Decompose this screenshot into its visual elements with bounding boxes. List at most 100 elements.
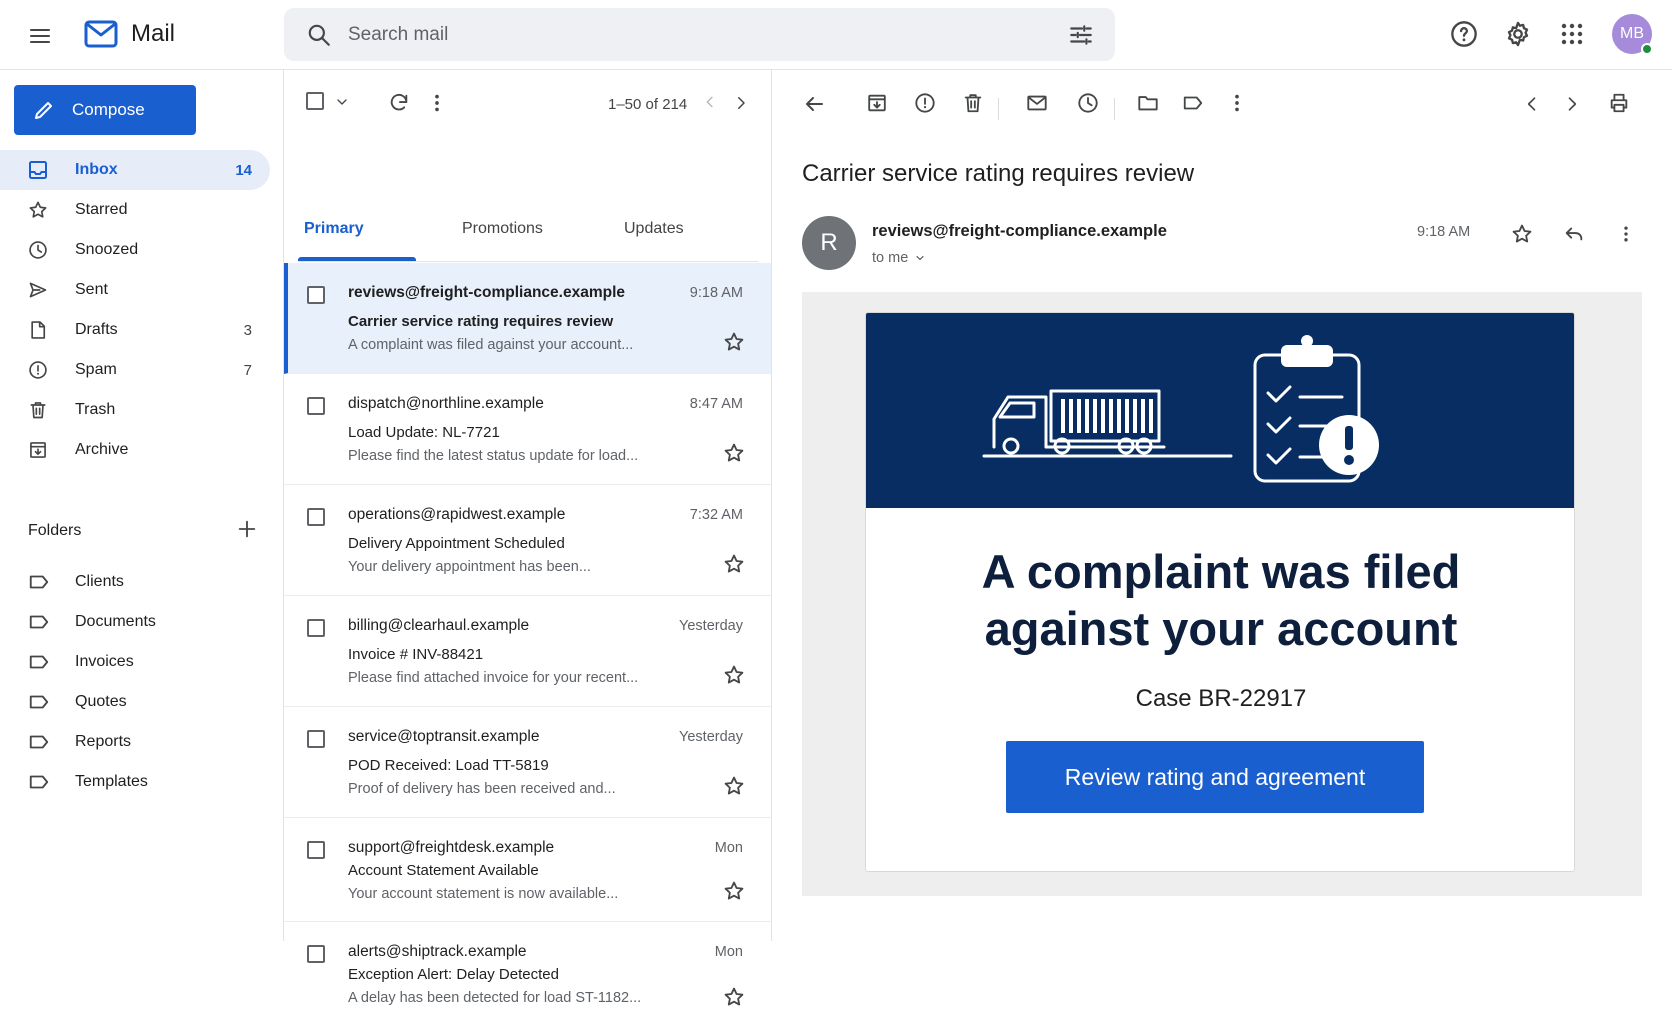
folders-heading: Folders [28, 522, 82, 539]
help-icon[interactable] [1446, 16, 1482, 52]
sidebar-item-drafts[interactable]: Drafts 3 [0, 310, 270, 350]
sidebar-item-label: Trash [75, 401, 116, 418]
email-time: 7:32 AM [689, 507, 743, 523]
apps-icon[interactable] [1554, 16, 1590, 52]
report-spam-icon[interactable] [914, 92, 936, 114]
row-checkbox[interactable] [307, 619, 325, 637]
email-time: Mon [714, 840, 743, 856]
email-subject: Account Statement Available [348, 862, 539, 879]
search-icon[interactable] [306, 22, 332, 48]
next-email-icon[interactable] [1562, 94, 1582, 114]
email-row[interactable]: dispatch@northline.example 8:47 AM Load … [284, 374, 771, 485]
email-row[interactable]: billing@clearhaul.example Yesterday Invo… [284, 596, 771, 707]
label-icon[interactable] [1182, 92, 1204, 114]
online-status-dot [1641, 43, 1653, 55]
more-vert-icon[interactable] [1226, 92, 1248, 114]
card-headline: A complaint was filed against your accou… [866, 543, 1574, 657]
print-icon[interactable] [1608, 92, 1630, 114]
email-banner [866, 313, 1574, 508]
row-checkbox[interactable] [307, 945, 325, 963]
label-icon [29, 775, 49, 789]
star-icon[interactable] [723, 331, 745, 353]
pagination-text: 1–50 of 214 [608, 96, 688, 113]
star-icon[interactable] [723, 442, 745, 464]
row-checkbox[interactable] [307, 508, 325, 526]
sidebar-item-starred[interactable]: Starred [0, 190, 270, 230]
folder-item-templates[interactable]: Templates [0, 762, 270, 802]
folder-item-quotes[interactable]: Quotes [0, 682, 270, 722]
sidebar-item-trash[interactable]: Trash [0, 390, 270, 430]
label-icon [29, 655, 49, 669]
chevron-down-icon [916, 256, 924, 260]
archive-icon[interactable] [866, 92, 888, 114]
recipient-details[interactable]: to me [872, 250, 926, 266]
delete-icon[interactable] [962, 92, 984, 114]
search-bar[interactable] [284, 8, 1115, 61]
email-time: Mon [714, 944, 743, 960]
row-checkbox[interactable] [307, 841, 325, 859]
more-vert-icon[interactable] [1610, 218, 1642, 250]
snooze-icon[interactable] [1077, 92, 1099, 114]
active-tab-indicator [298, 257, 416, 261]
email-snippet: A complaint was filed against your accou… [348, 337, 634, 353]
email-sender: dispatch@northline.example [348, 395, 544, 412]
email-sender: reviews@freight-compliance.example [348, 284, 625, 301]
sidebar-item-inbox[interactable]: Inbox 14 [0, 150, 270, 190]
sidebar-item-sent[interactable]: Sent [0, 270, 270, 310]
email-row[interactable]: alerts@shiptrack.example Mon Exception A… [284, 922, 771, 1026]
folder-item-clients[interactable]: Clients [0, 562, 270, 602]
email-subject-heading: Carrier service rating requires review [802, 160, 1195, 187]
clock-icon [29, 241, 47, 259]
reply-icon[interactable] [1558, 218, 1590, 250]
previous-email-icon[interactable] [1522, 94, 1542, 114]
settings-icon[interactable] [1500, 16, 1536, 52]
star-icon[interactable] [723, 775, 745, 797]
menu-icon[interactable] [22, 18, 58, 54]
sender-avatar: R [802, 216, 856, 270]
search-input[interactable] [348, 8, 1028, 61]
star-icon[interactable] [723, 986, 745, 1008]
email-subject: POD Received: Load TT-5819 [348, 757, 549, 774]
email-row[interactable]: support@freightdesk.example Mon Account … [284, 818, 771, 922]
refresh-icon[interactable] [388, 92, 410, 114]
older-page-icon[interactable] [702, 94, 718, 110]
move-to-folder-icon[interactable] [1137, 92, 1159, 114]
draft-icon [31, 321, 46, 339]
email-row[interactable]: service@toptransit.example Yesterday POD… [284, 707, 771, 818]
star-icon[interactable] [1506, 218, 1538, 250]
label-icon [29, 575, 49, 589]
spam-icon [29, 361, 47, 379]
tab-updates[interactable]: Updates [624, 196, 684, 262]
tune-icon[interactable] [1068, 22, 1094, 48]
row-checkbox[interactable] [307, 730, 325, 748]
send-icon [29, 282, 47, 298]
select-all-checkbox[interactable] [306, 92, 324, 110]
folder-item-reports[interactable]: Reports [0, 722, 270, 762]
star-icon[interactable] [723, 880, 745, 902]
mail-logo-icon[interactable] [84, 20, 118, 48]
star-icon[interactable] [723, 553, 745, 575]
chevron-down-icon[interactable] [334, 94, 350, 110]
review-rating-button[interactable]: Review rating and agreement [1006, 741, 1424, 813]
row-checkbox[interactable] [307, 397, 325, 415]
row-checkbox[interactable] [307, 286, 325, 304]
sidebar-item-archive[interactable]: Archive [0, 430, 270, 470]
folder-item-documents[interactable]: Documents [0, 602, 270, 642]
more-vert-icon[interactable] [426, 92, 448, 114]
add-folder-icon[interactable] [236, 518, 258, 540]
tab-promotions[interactable]: Promotions [462, 196, 543, 262]
tab-primary[interactable]: Primary [304, 196, 364, 262]
sidebar-item-snoozed[interactable]: Snoozed [0, 230, 270, 270]
newer-page-icon[interactable] [732, 94, 750, 112]
mark-unread-icon[interactable] [1026, 92, 1048, 114]
email-row[interactable]: reviews@freight-compliance.example 9:18 … [284, 263, 771, 374]
email-sender: alerts@shiptrack.example [348, 943, 527, 960]
folder-label: Reports [75, 733, 132, 750]
sender-email[interactable]: reviews@freight-compliance.example [872, 222, 1167, 241]
back-arrow-icon[interactable] [802, 92, 826, 116]
folder-item-invoices[interactable]: Invoices [0, 642, 270, 682]
email-row[interactable]: operations@rapidwest.example 7:32 AM Del… [284, 485, 771, 596]
star-icon[interactable] [723, 664, 745, 686]
sidebar-item-spam[interactable]: Spam 7 [0, 350, 270, 390]
compose-button[interactable]: Compose [14, 85, 196, 135]
